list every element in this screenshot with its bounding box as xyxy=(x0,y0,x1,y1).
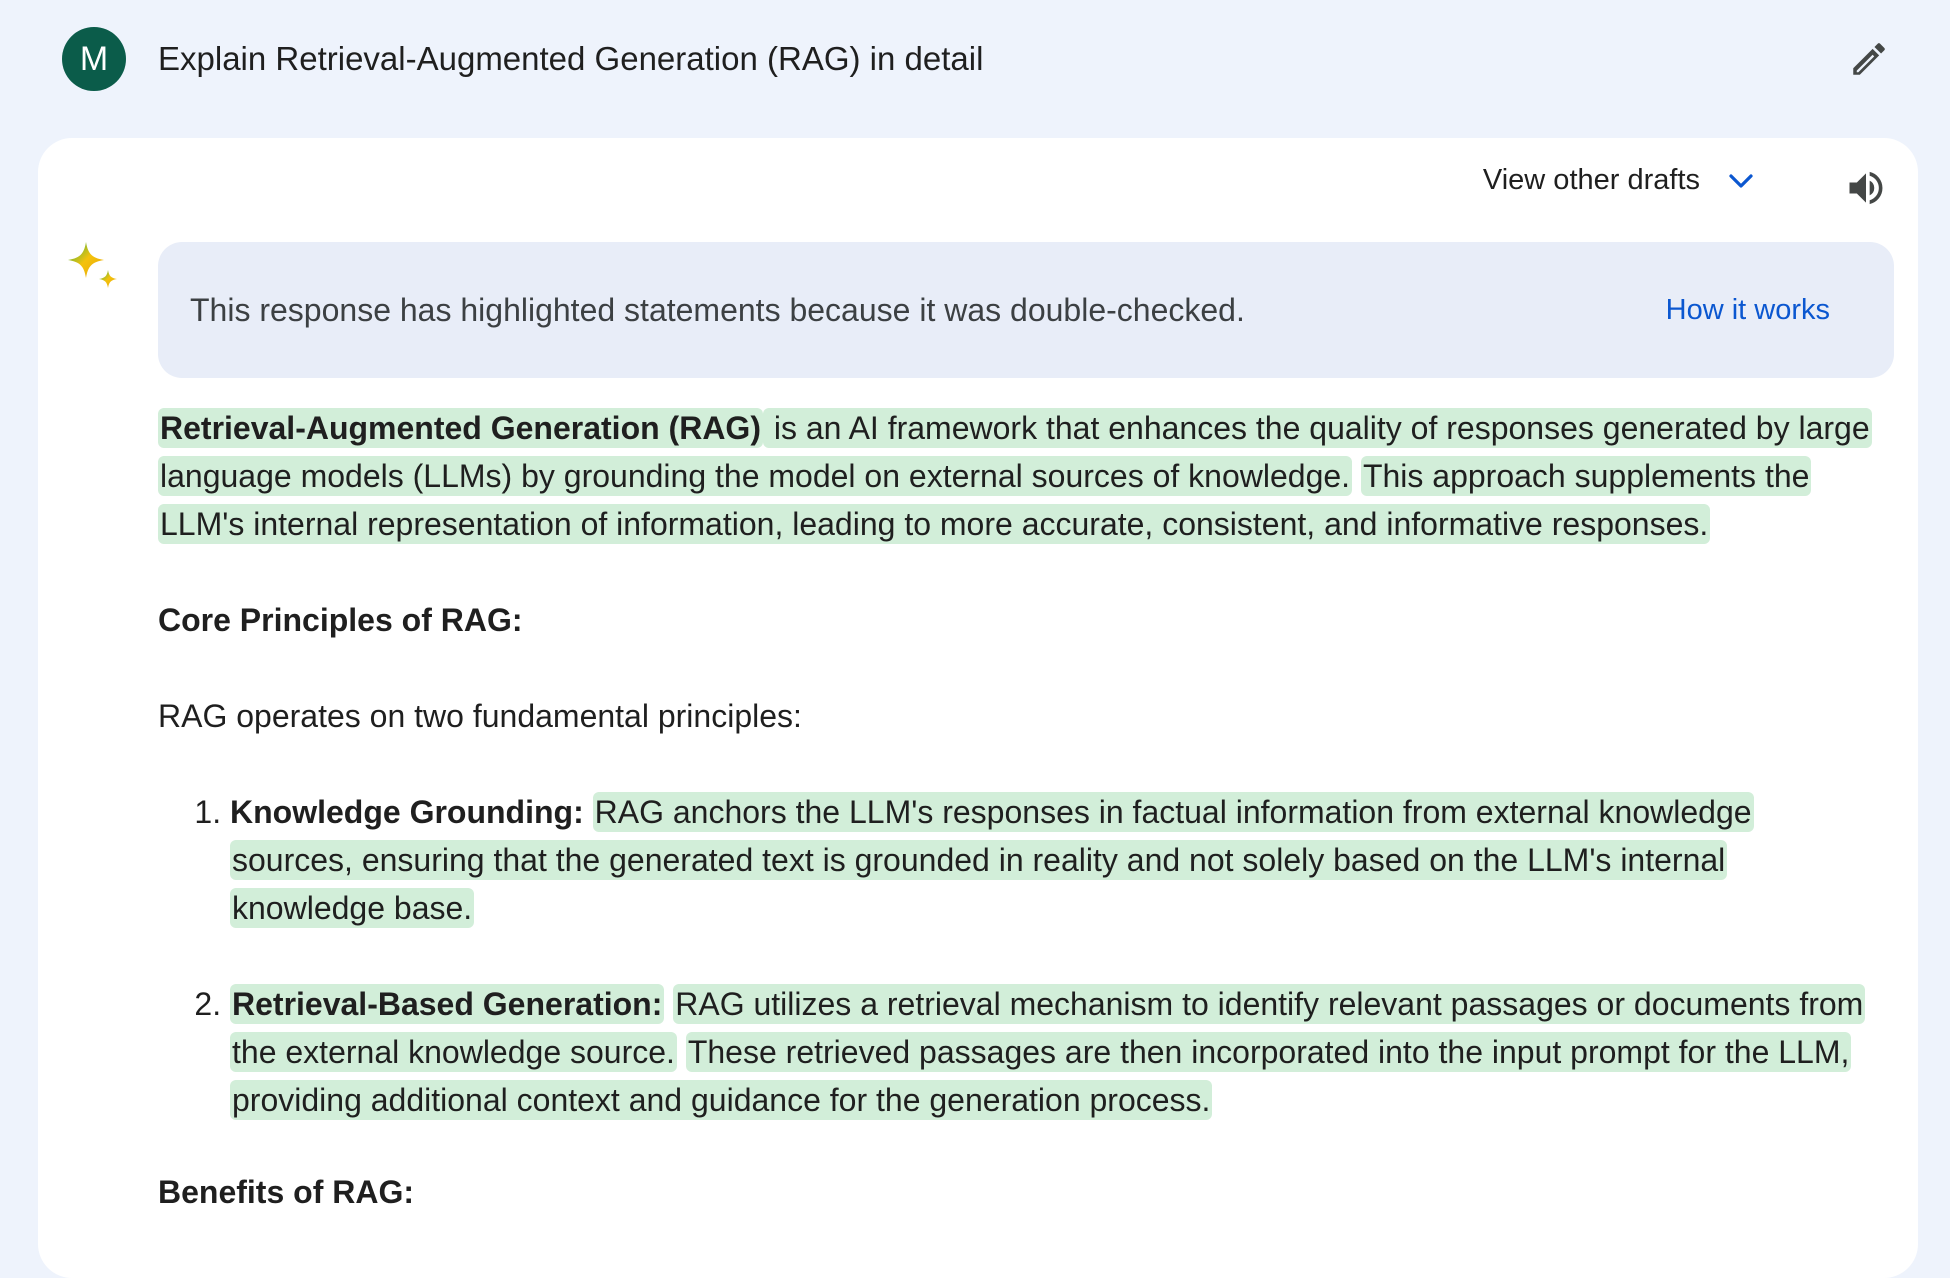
how-it-works-link[interactable]: How it works xyxy=(1666,294,1830,327)
speaker-icon[interactable] xyxy=(1844,166,1888,210)
core-principles-heading: Core Principles of RAG: xyxy=(158,602,523,638)
response-body: Retrieval-Augmented Generation (RAG) is … xyxy=(158,404,1878,1264)
intro-paragraph: Retrieval-Augmented Generation (RAG) is … xyxy=(158,404,1878,548)
gemini-sparkle-icon xyxy=(68,242,117,288)
double-check-notice: This response has highlighted statements… xyxy=(158,242,1894,378)
list-item: Knowledge Grounding: RAG anchors the LLM… xyxy=(230,788,1878,932)
edit-pencil-icon[interactable] xyxy=(1848,38,1890,80)
chevron-down-icon xyxy=(1729,173,1753,188)
avatar[interactable]: M xyxy=(62,27,126,91)
user-query-text: Explain Retrieval-Augmented Generation (… xyxy=(158,40,984,77)
principle-title[interactable]: Retrieval-Based Generation: xyxy=(230,984,665,1024)
list-item: Retrieval-Based Generation: RAG utilizes… xyxy=(230,980,1878,1124)
response-card: View other drafts This response has high… xyxy=(38,138,1918,1278)
core-principles-intro: RAG operates on two fundamental principl… xyxy=(158,698,802,734)
notice-text: This response has highlighted statements… xyxy=(190,291,1245,328)
view-other-drafts-label: View other drafts xyxy=(1482,164,1700,196)
user-prompt-row: M Explain Retrieval-Augmented Generation… xyxy=(62,26,1890,92)
benefits-heading: Benefits of RAG: xyxy=(158,1174,414,1210)
principles-list: Knowledge Grounding: RAG anchors the LLM… xyxy=(158,788,1878,1124)
view-other-drafts-button[interactable]: View other drafts xyxy=(1483,164,1756,197)
principle-title: Knowledge Grounding: xyxy=(230,794,584,830)
highlight-term[interactable]: Retrieval-Augmented Generation (RAG) xyxy=(158,408,763,448)
